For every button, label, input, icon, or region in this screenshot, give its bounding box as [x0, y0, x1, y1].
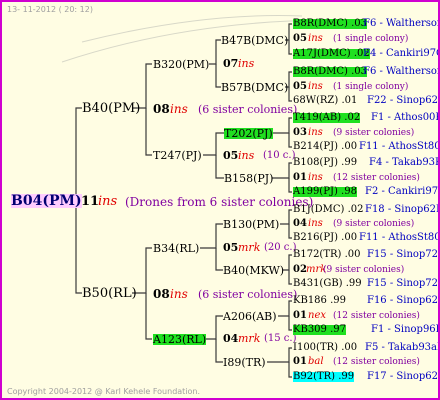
gen4-queen[interactable]: B92(TR) .99: [293, 372, 355, 382]
gen4-queen[interactable]: KB186 .99: [293, 296, 346, 306]
gen4-reference: F6 - Waltherson: [363, 66, 440, 77]
gen1-marker: ins: [170, 102, 188, 116]
gen4-number: 02: [293, 264, 307, 275]
gen4-number: 01: [293, 356, 307, 367]
gen4-queen[interactable]: B1J(DMC) .02: [293, 205, 364, 215]
gen2-queen[interactable]: B320(PM): [153, 59, 209, 70]
gen4-reference: F17 - Sinop62R: [367, 371, 440, 382]
gen4-marker: ins: [308, 81, 323, 92]
gen4-queen[interactable]: B108(PJ) .99: [293, 158, 357, 168]
gen2-number: 05: [223, 149, 239, 162]
gen4-note: (9 sister colonies): [333, 219, 415, 229]
gen4-number: 05: [293, 33, 307, 44]
gen4-queen[interactable]: 68W(RZ) .01: [293, 96, 357, 106]
date-stamp: 13- 11-2012 ( 20: 12): [7, 5, 93, 14]
gen2-marker: ins: [238, 57, 255, 70]
gen4-queen[interactable]: B8R(DMC) .03: [293, 19, 368, 29]
gen4-note: (9 sister colonies): [323, 265, 405, 275]
gen4-queen[interactable]: T419(AB) .02: [293, 113, 361, 123]
root-marker: ins: [98, 194, 118, 209]
root-drone-note: (Drones from 6 sister colonies): [125, 195, 314, 209]
gen4-note: (1 single colony): [333, 34, 409, 44]
root-number: 11: [81, 194, 100, 209]
gen1-note: (6 sister colonies): [198, 288, 298, 301]
gen2-note: (20 c.): [264, 242, 297, 253]
gen4-number: 03: [293, 127, 307, 138]
gen3-queen[interactable]: B57B(DMC): [221, 82, 288, 93]
gen4-queen[interactable]: B8R(DMC) .03: [293, 67, 368, 77]
gen3-queen[interactable]: T202(PJ): [224, 128, 273, 139]
gen4-reference: F22 - Sinop62R: [367, 95, 440, 106]
gen4-marker: bal: [308, 356, 324, 367]
gen3-queen[interactable]: A206(AB): [223, 311, 277, 322]
gen2-marker: mrk: [238, 332, 261, 345]
gen4-marker: ins: [308, 33, 323, 44]
gen3-queen[interactable]: I89(TR): [223, 357, 266, 368]
gen2-number: 05: [223, 241, 239, 254]
gen4-queen[interactable]: I100(TR) .00: [293, 343, 357, 353]
gen4-reference: F1 - Sinop96R: [371, 324, 440, 335]
copyright: Copyright 2004-2012 @ Karl Kehele Founda…: [7, 387, 201, 396]
gen2-queen[interactable]: A123(RL): [153, 334, 207, 345]
root-queen[interactable]: B04(PM): [11, 194, 82, 208]
gen4-marker: ins: [308, 218, 323, 229]
gen4-note: (12 sister colonies): [333, 173, 420, 183]
gen1-queen-mother[interactable]: B50(RL): [82, 287, 137, 300]
gen3-queen[interactable]: B47B(DMC): [221, 35, 288, 46]
gen4-marker: ins: [308, 127, 323, 138]
gen4-marker: ins: [308, 172, 323, 183]
gen4-reference: F1 - Athos00R: [371, 112, 440, 123]
gen4-queen[interactable]: A199(PJ) .98: [293, 187, 357, 197]
gen4-queen[interactable]: B172(TR) .00: [293, 250, 361, 260]
gen4-queen[interactable]: KB309 .97: [293, 325, 346, 335]
gen4-reference: F11 - AthosSt80R: [359, 232, 440, 243]
gen4-queen[interactable]: A17J(DMC) .02: [293, 49, 370, 59]
gen2-queen[interactable]: T247(PJ): [153, 150, 202, 161]
gen3-queen[interactable]: B130(PM): [223, 219, 279, 230]
gen4-queen[interactable]: B216(PJ) .00: [293, 233, 357, 243]
gen2-number: 04: [223, 332, 239, 345]
gen4-reference: F5 - Takab93aR: [365, 342, 440, 353]
gen4-reference: F18 - Sinop62R: [365, 204, 440, 215]
gen1-number: 08: [153, 287, 170, 301]
gen4-reference: F2 - Cankiri97Q: [365, 186, 440, 197]
gen2-number: 07: [223, 57, 239, 70]
gen2-note: (15 c.): [264, 333, 297, 344]
pedigree-frame: 13- 11-2012 ( 20: 12) Copyright 2004-201…: [0, 0, 440, 400]
gen1-queen-father[interactable]: B40(PM): [82, 102, 140, 115]
gen4-note: (9 sister colonies): [333, 128, 415, 138]
gen4-reference: F4 - Cankiri97Q: [363, 48, 440, 59]
gen3-queen[interactable]: B40(MKW): [223, 265, 284, 276]
gen2-queen[interactable]: B34(RL): [153, 243, 199, 254]
gen2-marker: mrk: [238, 241, 261, 254]
gen1-marker: ins: [170, 287, 188, 301]
gen2-note: (10 c.): [263, 150, 296, 161]
gen4-number: 01: [293, 172, 307, 183]
gen4-number: 01: [293, 310, 307, 321]
gen4-queen[interactable]: B431(GB) .99: [293, 279, 362, 289]
gen3-queen[interactable]: B158(PJ): [224, 173, 273, 184]
gen4-reference: F6 - Waltherson: [363, 18, 440, 29]
gen4-note: (12 sister colonies): [333, 357, 420, 367]
gen2-marker: ins: [238, 149, 255, 162]
gen4-number: 04: [293, 218, 307, 229]
gen4-number: 05: [293, 81, 307, 92]
gen4-reference: F4 - Takab93R: [369, 157, 440, 168]
gen4-note: (12 sister colonies): [333, 311, 420, 321]
gen1-note: (6 sister colonies): [198, 103, 298, 116]
gen4-queen[interactable]: B214(PJ) .00: [293, 142, 357, 152]
gen4-reference: F15 - Sinop72R: [367, 278, 440, 289]
gen4-reference: F11 - AthosSt80R: [359, 141, 440, 152]
gen4-marker: nex: [308, 310, 326, 321]
gen1-number: 08: [153, 102, 170, 116]
gen4-note: (1 single colony): [333, 82, 409, 92]
gen4-reference: F15 - Sinop72R: [367, 249, 440, 260]
gen4-reference: F16 - Sinop62R: [367, 295, 440, 306]
